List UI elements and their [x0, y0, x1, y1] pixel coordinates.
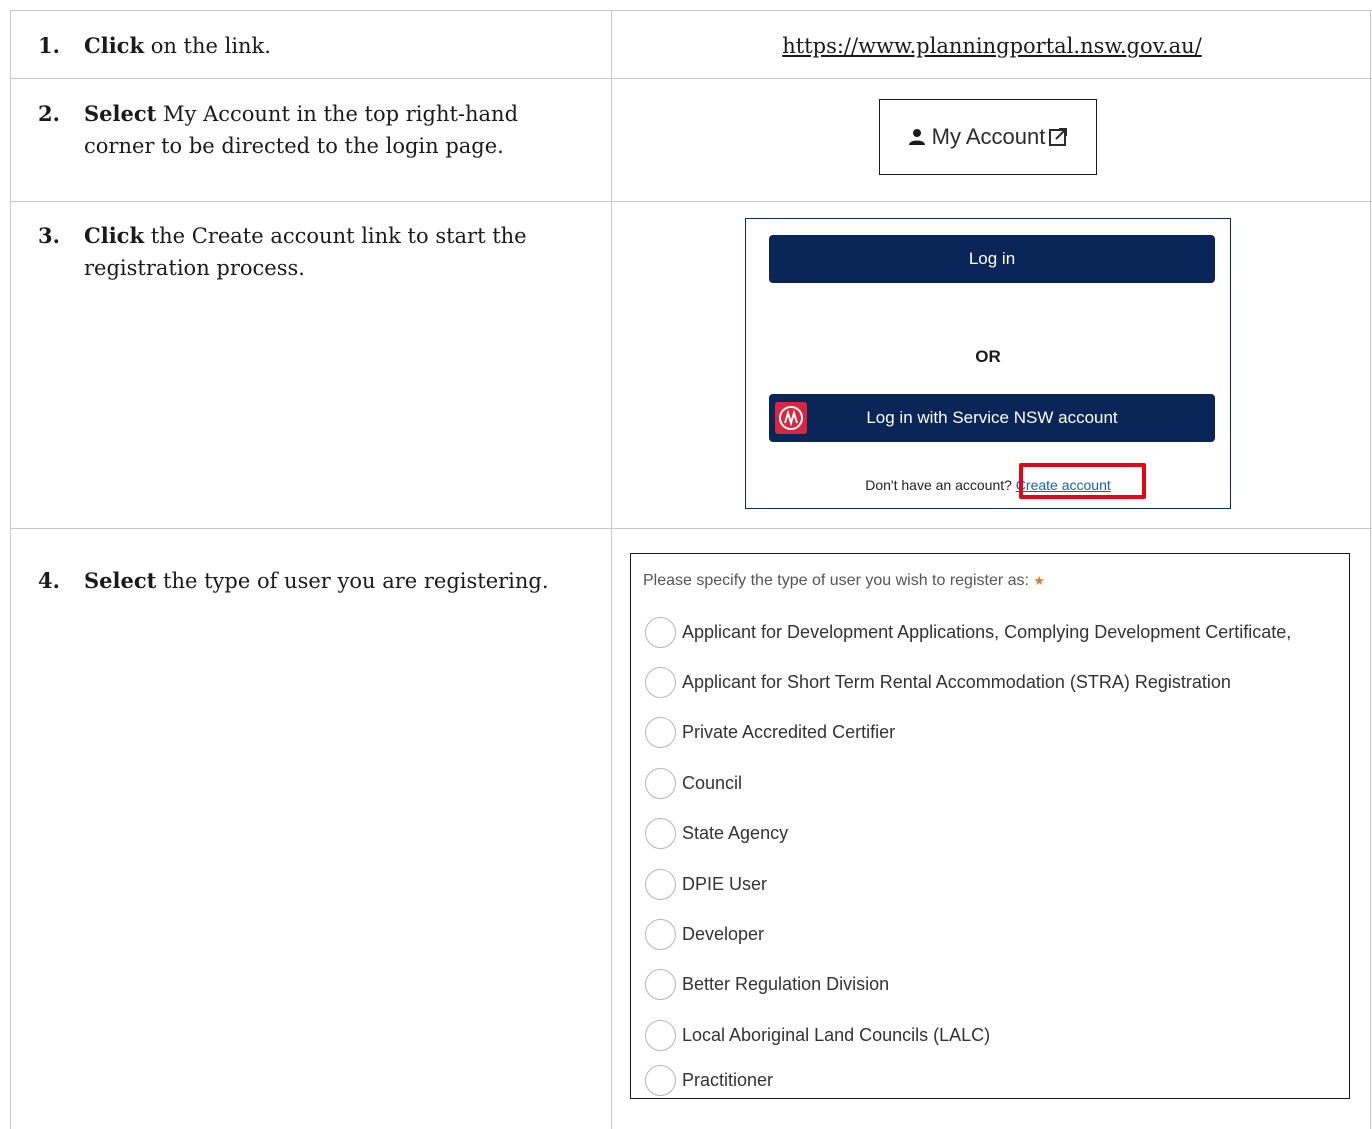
table-border [1370, 10, 1371, 1129]
step-description: the Create account link to start the reg… [84, 224, 527, 280]
user-type-option[interactable]: Council [645, 766, 742, 800]
service-nsw-label: Log in with Service NSW account [866, 408, 1118, 427]
step-number: 1. [38, 33, 60, 58]
option-label: Council [682, 772, 743, 793]
row-divider [10, 201, 1372, 202]
service-nsw-logo-icon [775, 402, 807, 434]
step-text: Click the Create account link to start t… [84, 220, 554, 284]
step-text: Select My Account in the top right-hand … [84, 98, 554, 162]
radio-button[interactable] [645, 1019, 676, 1051]
option-label: Developer [682, 923, 765, 944]
option-label: State Agency [682, 822, 789, 843]
login-panel: Log in OR Log in with Service NSW accoun… [745, 218, 1231, 509]
option-label: DPIE User [682, 873, 768, 894]
option-label: Applicant for Development Applications, … [682, 621, 1292, 642]
user-type-option[interactable]: Applicant for Development Applications, … [645, 615, 1291, 649]
row-divider [10, 78, 1372, 79]
step-number: 2. [38, 101, 60, 126]
planning-portal-link[interactable]: https://www.planningportal.nsw.gov.au/ [612, 34, 1372, 58]
option-label: Local Aboriginal Land Councils (LALC) [682, 1024, 991, 1045]
user-type-option[interactable]: Private Accredited Certifier [645, 715, 895, 749]
option-label: Applicant for Short Term Rental Accommod… [682, 671, 1231, 692]
user-type-option[interactable]: Developer [645, 917, 764, 951]
option-label: Better Regulation Division [682, 973, 890, 994]
required-star-icon: ★ [1033, 573, 1046, 588]
step-action: Click [84, 223, 145, 248]
row-divider [10, 528, 1372, 529]
user-type-prompt: Please specify the type of user you wish… [643, 572, 1045, 590]
step-text: Click on the link. [84, 30, 554, 62]
radio-button[interactable] [645, 918, 676, 950]
option-label: Private Accredited Certifier [682, 721, 896, 742]
radio-button[interactable] [645, 666, 676, 698]
user-type-option[interactable]: State Agency [645, 816, 788, 850]
or-divider: OR [975, 347, 1001, 366]
step-action: Click [84, 33, 145, 58]
user-type-option[interactable]: DPIE User [645, 867, 767, 901]
user-type-option[interactable]: Local Aboriginal Land Councils (LALC) [645, 1018, 990, 1052]
create-account-highlight [1019, 463, 1146, 499]
user-type-form: Please specify the type of user you wish… [630, 553, 1350, 1099]
step-number: 4. [38, 568, 60, 593]
step-text: Select the type of user you are register… [84, 565, 624, 597]
no-account-prompt: Don't have an account? Create account [746, 477, 1230, 493]
option-label: Practitioner [682, 1069, 774, 1090]
user-type-option[interactable]: Practitioner [645, 1063, 773, 1097]
radio-button[interactable] [645, 868, 676, 900]
user-type-prompt-text: Please specify the type of user you wish… [643, 572, 1029, 589]
my-account-button[interactable]: My Account [879, 99, 1097, 175]
radio-button[interactable] [645, 817, 676, 849]
table-border [10, 10, 1372, 11]
my-account-label: My Account [931, 124, 1046, 149]
radio-button[interactable] [645, 1064, 676, 1096]
step-action: Select [84, 101, 157, 126]
service-nsw-login-button[interactable]: Log in with Service NSW account [769, 394, 1215, 442]
radio-button[interactable] [645, 767, 676, 799]
external-link-icon [1048, 127, 1068, 147]
user-icon [908, 128, 926, 146]
log-in-button[interactable]: Log in [769, 235, 1215, 283]
step-description: on the link. [144, 34, 271, 58]
radio-button[interactable] [645, 968, 676, 1000]
step-description: the type of user you are registering. [156, 569, 549, 593]
user-type-option[interactable]: Better Regulation Division [645, 967, 889, 1001]
step-action: Select [84, 568, 157, 593]
log-in-label: Log in [968, 249, 1016, 268]
table-border [10, 10, 11, 1129]
step-number: 3. [38, 223, 60, 248]
user-type-option[interactable]: Applicant for Short Term Rental Accommod… [645, 665, 1231, 699]
radio-button[interactable] [645, 716, 676, 748]
radio-button[interactable] [645, 616, 676, 648]
no-account-text: Don't have an account? [865, 477, 1012, 493]
